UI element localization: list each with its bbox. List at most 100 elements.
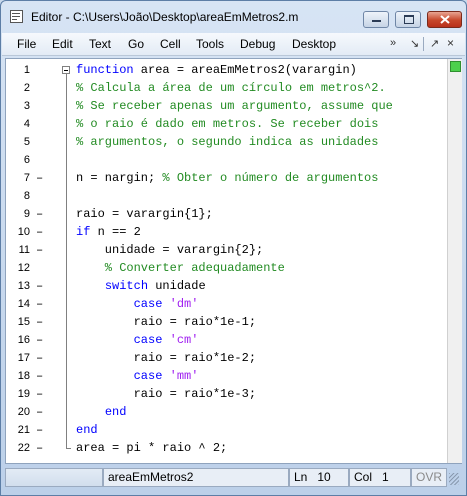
code-line[interactable]: % Calcula a área de um círculo em metros… bbox=[76, 79, 386, 97]
line-number: 4 bbox=[23, 118, 30, 130]
code-token: raio = raio*1e-3; bbox=[76, 387, 257, 401]
breakpoint-marker[interactable]: – bbox=[36, 331, 43, 349]
status-spacer bbox=[5, 468, 103, 487]
dock-arrow-icon[interactable]: ↘ bbox=[410, 37, 419, 50]
breakpoint-marker[interactable]: – bbox=[36, 439, 43, 457]
line-number: 16 bbox=[17, 334, 30, 346]
breakpoint-marker[interactable]: – bbox=[36, 421, 43, 439]
code-line[interactable]: end bbox=[76, 403, 127, 421]
menu-cell[interactable]: Cell bbox=[160, 37, 181, 51]
code-token: raio = raio*1e-2; bbox=[76, 351, 257, 365]
code-token: % o raio é dado em metros. Se receber do… bbox=[76, 117, 379, 131]
menu-edit[interactable]: Edit bbox=[52, 37, 73, 51]
code-line[interactable]: raio = raio*1e-3; bbox=[76, 385, 256, 403]
close-button[interactable] bbox=[427, 11, 462, 28]
close-icon bbox=[440, 15, 450, 24]
code-line[interactable]: if n == 2 bbox=[76, 223, 141, 241]
menu-debug[interactable]: Debug bbox=[240, 37, 275, 51]
breakpoint-marker[interactable]: – bbox=[36, 223, 43, 241]
status-ovr: OVR bbox=[411, 468, 447, 487]
breakpoint-marker[interactable]: – bbox=[36, 313, 43, 331]
code-token: % Se receber apenas um argumento, assume… bbox=[76, 99, 393, 113]
code-line[interactable]: case 'dm' bbox=[76, 295, 199, 313]
fold-toggle-icon[interactable] bbox=[62, 66, 70, 74]
line-number: 20 bbox=[17, 406, 30, 418]
menu-text[interactable]: Text bbox=[89, 37, 111, 51]
breakpoint-marker[interactable]: – bbox=[36, 169, 43, 187]
line-number: 19 bbox=[17, 388, 30, 400]
code-token: area = pi * raio ^ 2; bbox=[76, 441, 228, 455]
breakpoint-marker[interactable]: – bbox=[36, 349, 43, 367]
code-line[interactable]: area = pi * raio ^ 2; bbox=[76, 439, 227, 457]
code-line[interactable]: switch unidade bbox=[76, 277, 206, 295]
line-number: 3 bbox=[23, 100, 30, 112]
status-ln-label: Ln bbox=[294, 470, 308, 484]
overflow-chevron-icon[interactable]: » bbox=[390, 37, 396, 49]
code-line[interactable]: unidade = varargin{2}; bbox=[76, 241, 263, 259]
code-line[interactable]: % o raio é dado em metros. Se receber do… bbox=[76, 115, 378, 133]
code-line[interactable]: end bbox=[76, 421, 98, 439]
breakpoint-marker[interactable]: – bbox=[36, 241, 43, 259]
code-token: 'dm' bbox=[169, 297, 199, 311]
line-number: 18 bbox=[17, 370, 30, 382]
code-line[interactable]: % Converter adequadamente bbox=[76, 259, 285, 277]
resize-grip-icon[interactable] bbox=[449, 473, 459, 485]
code-line[interactable]: raio = varargin{1}; bbox=[76, 205, 213, 223]
code-line[interactable]: raio = raio*1e-2; bbox=[76, 349, 256, 367]
status-col-label: Col bbox=[354, 470, 373, 484]
close-document-icon[interactable]: × bbox=[447, 36, 454, 50]
line-number-gutter: 1 2 3 4 5 6 7–8 9–10–11–12 13–14–15–16–17–18–19–… bbox=[6, 59, 56, 463]
code-token: case bbox=[133, 333, 163, 347]
code-editor[interactable]: 1 2 3 4 5 6 7–8 9–10–11–12 13–14–15–16–17–18–19–… bbox=[5, 58, 462, 464]
undock-arrow-icon[interactable]: ↗ bbox=[430, 37, 439, 50]
menu-tools[interactable]: Tools bbox=[196, 37, 224, 51]
status-line-cell: Ln 10 bbox=[289, 468, 349, 487]
line-number: 15 bbox=[17, 316, 30, 328]
status-function-name: areaEmMetros2 bbox=[103, 468, 289, 487]
line-number: 13 bbox=[17, 280, 30, 292]
breakpoint-marker[interactable]: – bbox=[36, 367, 43, 385]
code-token: n == 2 bbox=[90, 225, 141, 239]
code-line[interactable]: raio = raio*1e-1; bbox=[76, 313, 256, 331]
code-line[interactable]: n = nargin; % Obter o número de argument… bbox=[76, 169, 378, 187]
editor-app-icon bbox=[10, 10, 23, 23]
title-bar[interactable]: Editor - C:\Users\João\Desktop\areaEmMet… bbox=[1, 1, 466, 31]
menu-go[interactable]: Go bbox=[128, 37, 144, 51]
maximize-icon bbox=[404, 15, 414, 24]
code-line[interactable]: function area = areaEmMetros2(varargin) bbox=[76, 61, 357, 79]
code-line[interactable]: case 'mm' bbox=[76, 367, 199, 385]
line-number: 21 bbox=[17, 424, 30, 436]
code-token: raio = raio*1e-1; bbox=[76, 315, 257, 329]
status-ln-value: 10 bbox=[317, 470, 331, 484]
code-line[interactable]: case 'cm' bbox=[76, 331, 199, 349]
line-number: 5 bbox=[23, 136, 30, 148]
code-token: unidade = varargin{2}; bbox=[76, 243, 264, 257]
menu-file[interactable]: File bbox=[17, 37, 36, 51]
breakpoint-marker[interactable]: – bbox=[36, 403, 43, 421]
code-line[interactable]: % argumentos, o segundo indica as unidad… bbox=[76, 133, 378, 151]
breakpoint-marker[interactable]: – bbox=[36, 277, 43, 295]
minimize-button[interactable] bbox=[363, 11, 389, 28]
line-number: 11 bbox=[18, 244, 30, 256]
line-number: 17 bbox=[17, 352, 30, 364]
breakpoint-marker[interactable]: – bbox=[36, 295, 43, 313]
maximize-button[interactable] bbox=[395, 11, 421, 28]
status-bar: areaEmMetros2 Ln 10 Col 1 OVR bbox=[5, 467, 462, 489]
menu-desktop[interactable]: Desktop bbox=[292, 37, 336, 51]
code-token: raio = varargin{1}; bbox=[76, 207, 213, 221]
line-number: 2 bbox=[23, 82, 30, 94]
editor-window: Editor - C:\Users\João\Desktop\areaEmMet… bbox=[0, 0, 467, 496]
code-line[interactable]: % Se receber apenas um argumento, assume… bbox=[76, 97, 393, 115]
breakpoint-marker[interactable]: – bbox=[36, 205, 43, 223]
line-number: 7 bbox=[23, 172, 30, 184]
code-analyzer-status-icon[interactable] bbox=[450, 61, 461, 72]
vertical-scrollbar[interactable] bbox=[447, 59, 462, 463]
breakpoint-marker[interactable]: – bbox=[36, 385, 43, 403]
code-area[interactable]: function area = areaEmMetros2(varargin)%… bbox=[56, 59, 447, 463]
line-number: 14 bbox=[17, 298, 30, 310]
